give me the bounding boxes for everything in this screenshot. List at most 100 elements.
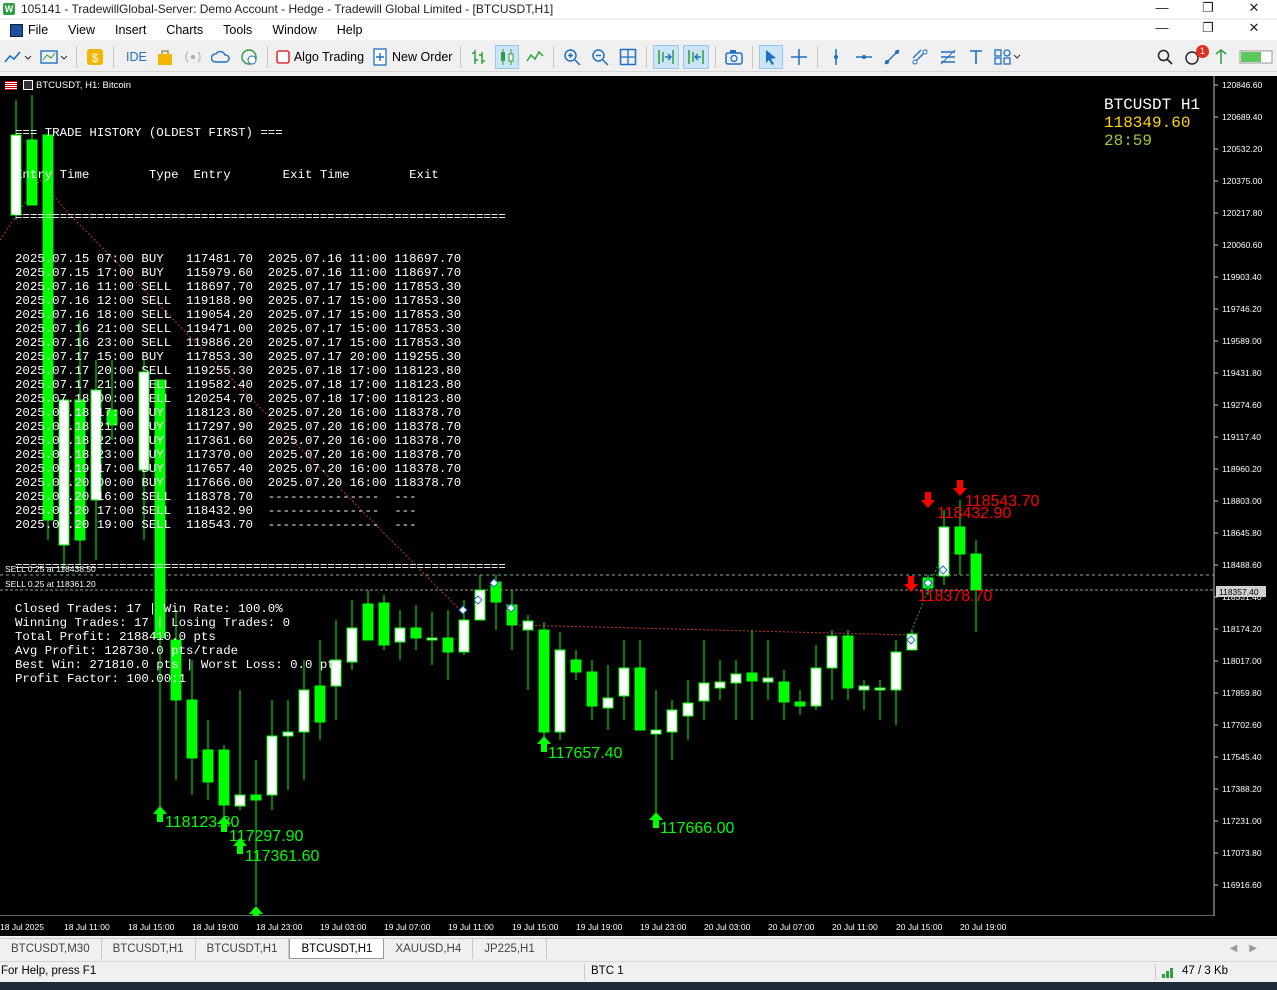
time-tick-label: 20 Jul 11:00 [832,922,878,932]
camera-icon [725,49,744,65]
history-stat-line: Avg Profit: 128730.0 pts/trade [15,644,239,658]
history-row: 2025.07.20 19:00 SELL 118543.70 --------… [15,518,417,532]
cursor-icon [766,49,777,65]
time-tick-label: 19 Jul 19:00 [576,922,623,932]
status-help: For Help, press F1 [1,965,97,977]
tab-btcusdt-h1[interactable]: BTCUSDT,H1 [102,939,196,959]
line-button[interactable] [523,45,547,69]
signal-strength-button[interactable] [1237,45,1275,69]
menu-help[interactable]: Help [327,20,373,40]
vps-button[interactable] [209,45,233,69]
ide-button[interactable]: IDE [120,45,149,69]
menu-charts-label: Charts [166,23,204,37]
child-minimize-icon[interactable]: — [1139,20,1185,38]
shopping-bag-button[interactable] [153,45,177,69]
market-button[interactable]: $ [83,45,107,69]
time-tick-label: 20 Jul 03:00 [704,922,751,932]
cloud-icon [210,50,230,63]
candle-body [586,671,598,707]
candle-body [778,681,790,703]
svg-text:$: $ [92,51,99,65]
menu-file[interactable]: File [0,20,58,40]
crosshair-button[interactable] [787,45,811,69]
buy-price-label: 117666.00 [660,820,735,837]
status-divider [1155,964,1156,980]
fibonacci-icon [941,49,956,64]
shopping-bag-icon [157,50,172,65]
menu-charts[interactable]: Charts [156,20,213,40]
corner-timer: 28:59 [1104,132,1153,150]
connection-button[interactable] [1209,45,1233,69]
template-button[interactable] [38,45,70,69]
history-row: 2025.07.16 11:00 SELL 118697.70 2025.07.… [15,280,462,294]
chart-shift-button[interactable] [683,44,710,69]
corner-info: BTCUSDT H1 118349.60 28:59 [1104,96,1200,150]
toolbar-divider [715,45,717,68]
price-tick-label: 119431.80 [1222,368,1262,378]
horizontal-line-button[interactable] [852,45,876,69]
chart-type-button[interactable] [2,45,34,69]
history-header: === TRADE HISTORY (OLDEST FIRST) === [15,126,283,140]
toolbar-divider [817,45,819,68]
bar-chart-button[interactable] [467,45,491,69]
menu-tools-label: Tools [223,23,253,37]
time-tick-label: 18 Jul 19:00 [192,922,239,932]
tab-btcusdt-m30[interactable]: BTCUSDT,M30 [0,939,102,959]
history-rule: ========================================… [15,210,506,224]
child-close-icon[interactable]: ✕ [1231,20,1277,38]
tab-scroll-arrows[interactable]: ◀▶ [1230,943,1269,954]
status-divider [584,964,585,980]
fibonacci-button[interactable] [936,45,960,69]
current-price-tag: 118357.40 [1219,587,1259,597]
candlesticks-icon [501,48,514,65]
screenshot-button[interactable] [722,45,746,69]
algo-trading-button[interactable]: Algo Trading [274,45,366,69]
cursor-button[interactable] [759,44,784,69]
algo-trading-label: Algo Trading [293,49,365,64]
menu-view[interactable]: View [58,20,105,40]
price-tick-label: 117702.60 [1222,720,1262,730]
menu-view-label: View [68,23,96,37]
zoom-out-button[interactable] [588,45,612,69]
close-icon[interactable]: ✕ [1231,0,1277,18]
price-tick-label: 120689.40 [1222,112,1262,122]
candle-body [842,635,854,689]
objects-button[interactable] [908,45,932,69]
notifications-button[interactable]: 1 [1181,44,1209,69]
signals-button[interactable] [181,45,205,69]
auto-scroll-button[interactable] [653,44,680,69]
price-tick-label: 119746.20 [1222,304,1262,314]
trendline-button[interactable] [880,45,904,69]
notification-badge: 1 [1196,44,1209,58]
menu-window[interactable]: Window [262,20,326,40]
time-tick-label: 18 Jul 2025 [0,922,44,932]
history-row: 2025.07.18 23:00 BUY 117370.00 2025.07.2… [15,448,462,462]
tab-xauusd-h4[interactable]: XAUUSD,H4 [384,939,474,959]
new-order-button[interactable]: New Order [370,45,454,69]
tab-btcusdt-h1-active[interactable]: BTCUSDT,H1 [289,939,385,959]
history-row: 2025.07.17 15:00 BUY 117853.30 2025.07.1… [15,350,462,364]
search-button[interactable] [1153,45,1177,69]
tab-jp225-h1[interactable]: JP225,H1 [473,939,547,959]
tile-windows-button[interactable] [616,45,640,69]
zoom-in-icon [564,48,581,66]
menu-tools[interactable]: Tools [213,20,262,40]
minimize-icon[interactable]: — [1139,0,1185,18]
shapes-button[interactable] [992,45,1024,69]
toolbar-divider [266,45,268,68]
vertical-line-button[interactable] [824,45,848,69]
community-button[interactable] [237,45,261,69]
child-restore-icon[interactable]: ❐ [1185,20,1231,38]
history-row: 2025.07.20 00:00 BUY 117666.00 2025.07.2… [15,476,462,490]
restore-icon[interactable]: ❐ [1185,0,1231,18]
history-rows: 2025.07.15 07:00 BUY 117481.70 2025.07.1… [15,252,506,532]
tab-btcusdt-h1[interactable]: BTCUSDT,H1 [196,939,290,959]
menu-insert[interactable]: Insert [105,20,156,40]
text-button[interactable] [964,45,988,69]
mt5-icon: W [3,3,15,15]
history-row: 2025.07.18 21:00 BUY 117297.90 2025.07.2… [15,420,462,434]
candle-body [202,749,214,783]
zoom-in-button[interactable] [560,45,584,69]
candlestick-button[interactable] [495,44,520,69]
grid-icon [620,48,637,65]
